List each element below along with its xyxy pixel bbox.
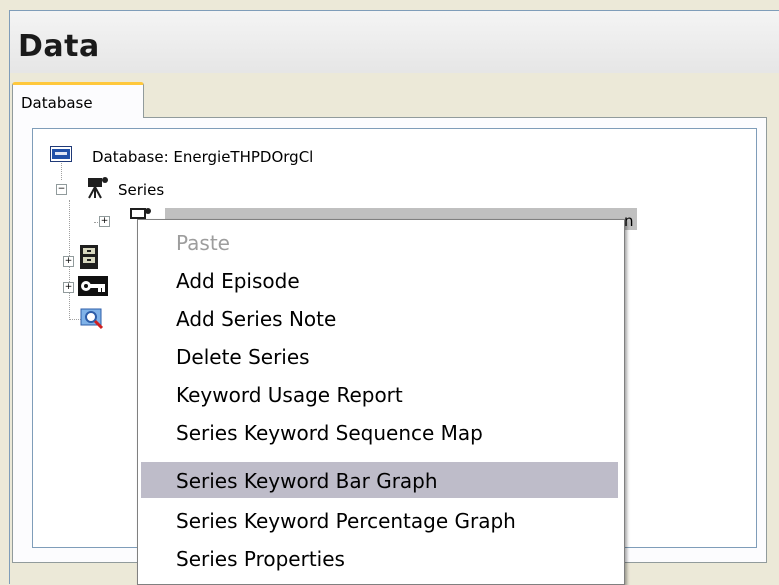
tree-root-label[interactable]: Database: EnergieTHPDOrgCl — [92, 148, 313, 166]
menu-item-series-keyword-bar-graph[interactable]: Series Keyword Bar Graph — [141, 462, 618, 498]
menu-item-paste[interactable]: Paste — [138, 224, 624, 260]
tab-database-label: Database — [21, 94, 93, 112]
context-menu: Paste Add Episode Add Series Note Delete… — [137, 219, 625, 585]
selected-node-label-tail: n — [624, 212, 634, 230]
menu-item-keyword-usage-report[interactable]: Keyword Usage Report — [138, 376, 624, 412]
menu-item-add-episode[interactable]: Add Episode — [138, 262, 624, 298]
panel-title-bar: Data — [10, 11, 779, 73]
search-icon — [80, 306, 106, 334]
menu-item-add-series-note[interactable]: Add Series Note — [138, 300, 624, 336]
collection-cabinet-icon — [78, 244, 100, 274]
panel-title: Data — [18, 29, 100, 64]
menu-item-series-properties[interactable]: Series Properties — [138, 540, 624, 576]
expand-icon[interactable]: + — [63, 256, 74, 267]
menu-item-delete-series[interactable]: Delete Series — [138, 338, 624, 374]
expand-icon[interactable]: + — [99, 216, 110, 227]
expand-icon[interactable]: + — [63, 282, 74, 293]
database-icon — [50, 146, 72, 166]
collapse-icon[interactable]: − — [56, 184, 67, 195]
tab-database[interactable]: Database — [12, 82, 144, 118]
series-camera-icon — [84, 174, 110, 204]
tree-series-label[interactable]: Series — [118, 181, 164, 199]
keyword-key-icon — [78, 276, 108, 300]
menu-item-series-keyword-percentage-graph[interactable]: Series Keyword Percentage Graph — [138, 502, 624, 538]
menu-item-series-keyword-sequence-map[interactable]: Series Keyword Sequence Map — [138, 414, 624, 450]
